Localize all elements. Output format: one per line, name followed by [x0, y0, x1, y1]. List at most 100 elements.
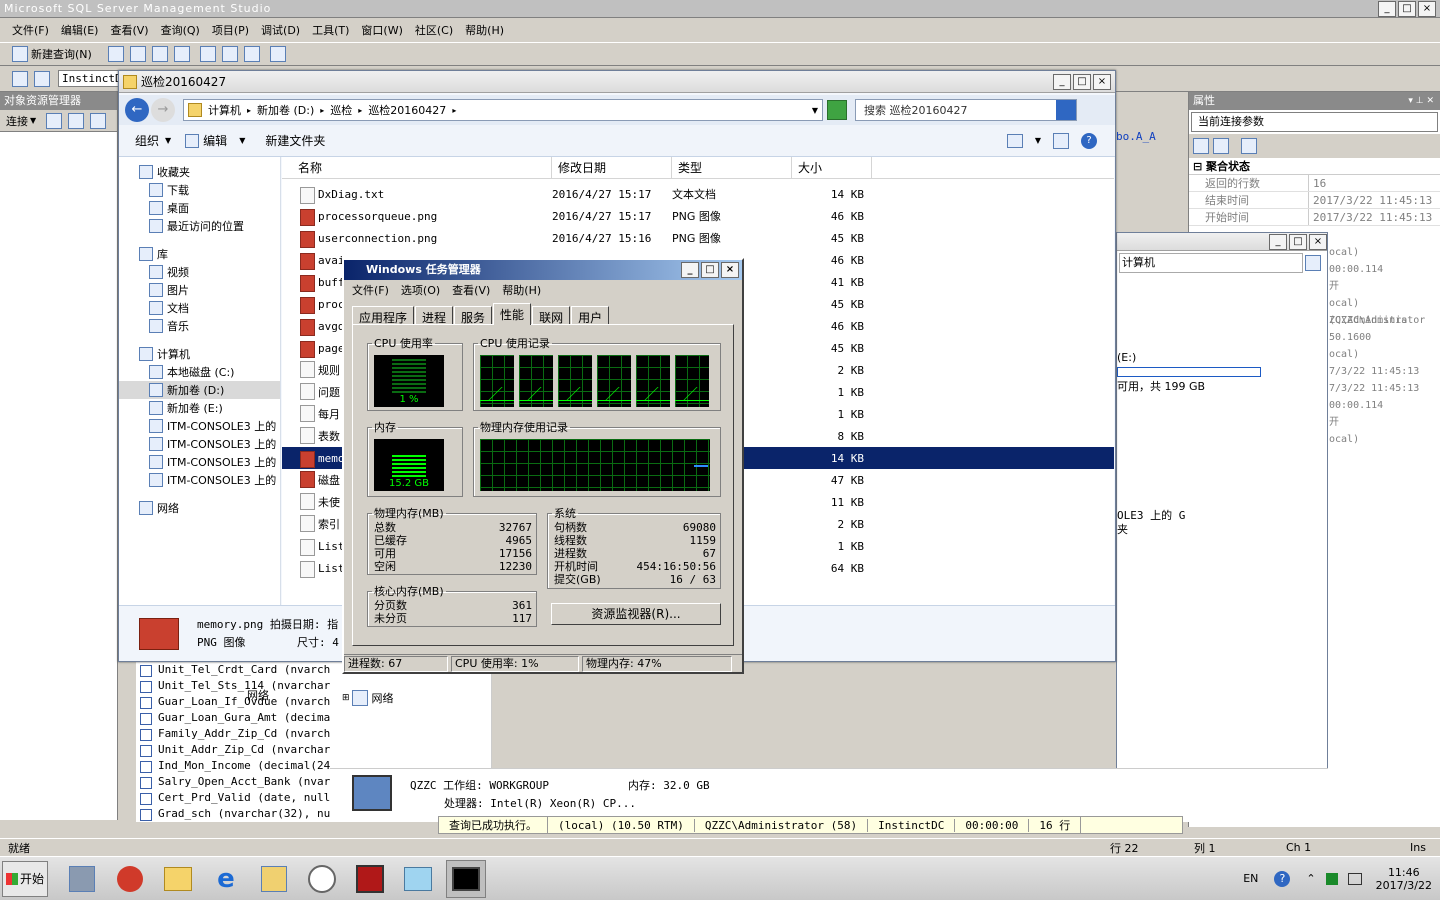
property-row[interactable]: 开始时间 2017/3/22 11:45:13 — [1189, 209, 1440, 226]
back-button[interactable]: ← — [125, 98, 149, 122]
categorized-icon[interactable] — [1193, 138, 1209, 154]
nav-item[interactable]: 新加卷 (E:) — [119, 399, 280, 417]
column-header[interactable]: 修改日期 — [552, 157, 672, 178]
breadcrumb-chevron-icon[interactable]: ▸ — [358, 106, 362, 115]
pin-icon[interactable]: ▾ ⊥ ✕ — [1408, 92, 1434, 110]
xmla-query-icon[interactable] — [173, 46, 190, 62]
clock[interactable]: 11:46 2017/3/22 — [1376, 866, 1432, 892]
resource-monitor-button[interactable]: 资源监视器(R)... — [551, 603, 721, 625]
nav-item[interactable]: 本地磁盘 (C:) — [119, 363, 280, 381]
taskbar-spy-app[interactable] — [350, 860, 390, 898]
activity-monitor-icon[interactable] — [269, 46, 286, 62]
menu-item-6[interactable]: 工具(T) — [312, 22, 349, 38]
explorer-minimize-button[interactable]: _ — [1053, 73, 1071, 90]
taskbar-ie[interactable]: e — [206, 860, 246, 898]
file-row[interactable]: userconnection.png 2016/4/27 15:16 PNG 图像 4… — [282, 227, 1114, 249]
nav-item[interactable]: 最近访问的位置 — [119, 217, 280, 235]
nav-item[interactable]: ITM-CONSOLE3 上的 — [119, 435, 280, 453]
column-item[interactable]: Unit_Addr_Zip_Cd (nvarchar(2 — [136, 742, 331, 758]
property-row[interactable]: 返回的行数 16 — [1189, 175, 1440, 192]
maximize-button[interactable]: □ — [1398, 0, 1416, 17]
menu-item-5[interactable]: 调试(D) — [261, 22, 300, 38]
breadcrumb-item[interactable]: 巡检 — [330, 102, 352, 118]
menu-item-3[interactable]: 查询(Q) — [161, 22, 200, 38]
tm-tab[interactable]: 进程 — [415, 305, 454, 325]
network-tray-icon[interactable] — [1347, 872, 1362, 885]
menu-item-4[interactable]: 项目(P) — [212, 22, 249, 38]
nav-item[interactable]: 视频 — [119, 263, 280, 281]
tray-expand-icon[interactable]: ⌃ — [1306, 872, 1315, 885]
column-item[interactable]: Family_Addr_Zip_Cd (nvarchar — [136, 726, 331, 742]
column-header[interactable]: 大小 — [792, 157, 872, 178]
taskbar-ssms[interactable] — [254, 860, 294, 898]
tm-menu-item[interactable]: 文件(F) — [352, 282, 389, 298]
column-item[interactable]: Guar_Loan_Gura_Amt (decimal(2 — [136, 710, 331, 726]
help-icon[interactable]: ? — [1081, 132, 1097, 149]
new-folder-button[interactable]: 新建文件夹 — [265, 132, 325, 149]
aggregate-section[interactable]: ⊟ 聚合状态 — [1189, 158, 1440, 175]
taskbar-clock-app[interactable] — [302, 860, 342, 898]
column-item[interactable]: Unit_Tel_Crdt_Card (nvarchar — [136, 662, 331, 678]
nav-item[interactable]: 库 — [119, 245, 280, 263]
search-input[interactable]: 搜索 巡检20160427 — [855, 99, 1077, 121]
tray-app-icon[interactable] — [1325, 872, 1338, 885]
file-icon[interactable] — [107, 46, 124, 62]
properties-selector[interactable]: 当前连接参数 — [1191, 112, 1438, 132]
edit-chevron-icon[interactable]: ▼ — [239, 136, 245, 145]
taskbar-powershell[interactable] — [110, 860, 150, 898]
tm-menu-item[interactable]: 查看(V) — [452, 282, 490, 298]
sub-search-icon[interactable] — [1305, 255, 1321, 271]
nav-item[interactable]: 桌面 — [119, 199, 280, 217]
instance-tab[interactable]: InstinctD — [58, 70, 126, 87]
connect-icon[interactable] — [12, 70, 28, 87]
taskbar-task-manager[interactable] — [446, 859, 486, 898]
explorer-close-button[interactable]: × — [1093, 73, 1111, 90]
explorer-maximize-button[interactable]: □ — [1073, 73, 1091, 90]
property-pages-icon[interactable] — [1241, 138, 1257, 154]
breadcrumb-chevron-icon[interactable]: ▸ — [452, 106, 456, 115]
file-row[interactable]: processorqueue.png 2016/4/27 15:17 PNG 图像 4… — [282, 205, 1114, 227]
nav-item[interactable]: 新加卷 (D:) — [119, 381, 280, 399]
taskbar-explorer[interactable] — [158, 860, 198, 898]
tm-tab[interactable]: 联网 — [532, 305, 571, 325]
nav-item[interactable]: 下载 — [119, 181, 280, 199]
tm-maximize-button[interactable]: □ — [701, 262, 719, 278]
language-indicator[interactable]: EN — [1243, 872, 1258, 885]
expand-icon[interactable]: ⊞ — [342, 693, 350, 703]
nav-item[interactable]: ITM-CONSOLE3 上的 — [119, 471, 280, 489]
column-item[interactable]: Ind_Mon_Income (decimal(24,6 — [136, 758, 331, 774]
refresh-icon[interactable] — [827, 100, 847, 120]
connect-button[interactable]: 连接 — [6, 113, 28, 129]
dmx-query-icon[interactable] — [151, 46, 168, 62]
tm-minimize-button[interactable]: _ — [681, 262, 699, 278]
organize-button[interactable]: 组织 — [135, 132, 159, 149]
oe-stop-icon[interactable] — [90, 112, 107, 129]
tm-tab[interactable]: 性能 — [493, 302, 532, 325]
breadcrumb-item[interactable]: 新加卷 (D:) — [257, 102, 314, 118]
disconnect-icon[interactable] — [34, 70, 50, 87]
network-label[interactable]: 网络 — [247, 687, 269, 703]
sub-maximize-button[interactable]: □ — [1289, 233, 1307, 250]
menu-item-0[interactable]: 文件(F) — [12, 22, 49, 38]
nav-item[interactable]: 收藏夹 — [119, 163, 280, 181]
column-item[interactable]: Salry_Open_Acct_Bank (nvarcha — [136, 774, 331, 790]
breadcrumb-chevron-icon[interactable]: ▸ — [320, 106, 324, 115]
breadcrumb-chevron-icon[interactable]: ▸ — [247, 106, 251, 115]
menu-item-7[interactable]: 窗口(W) — [361, 22, 402, 38]
tm-menu-item[interactable]: 选项(O) — [401, 282, 440, 298]
file-row[interactable]: DxDiag.txt 2016/4/27 15:17 文本文档 14 KB — [282, 183, 1114, 205]
breadcrumb-item[interactable]: 计算机 — [208, 102, 241, 118]
nav-item[interactable]: ITM-CONSOLE3 上的 — [119, 417, 280, 435]
tm-tab[interactable]: 服务 — [454, 305, 493, 325]
column-item[interactable]: Grad_sch (nvarchar(32), null — [136, 806, 331, 822]
nav-item[interactable]: 图片 — [119, 281, 280, 299]
oe-refresh-icon[interactable] — [68, 112, 85, 129]
network-tree-item[interactable]: 网络 — [372, 690, 394, 706]
column-header[interactable]: 类型 — [672, 157, 792, 178]
view-icon[interactable] — [1006, 133, 1023, 148]
print-icon[interactable] — [243, 46, 260, 62]
column-item[interactable]: Cert_Prd_Valid (date, null) — [136, 790, 331, 806]
tm-close-button[interactable]: × — [721, 262, 739, 278]
close-button[interactable]: × — [1418, 0, 1436, 17]
start-button[interactable]: 开始 — [2, 860, 48, 897]
